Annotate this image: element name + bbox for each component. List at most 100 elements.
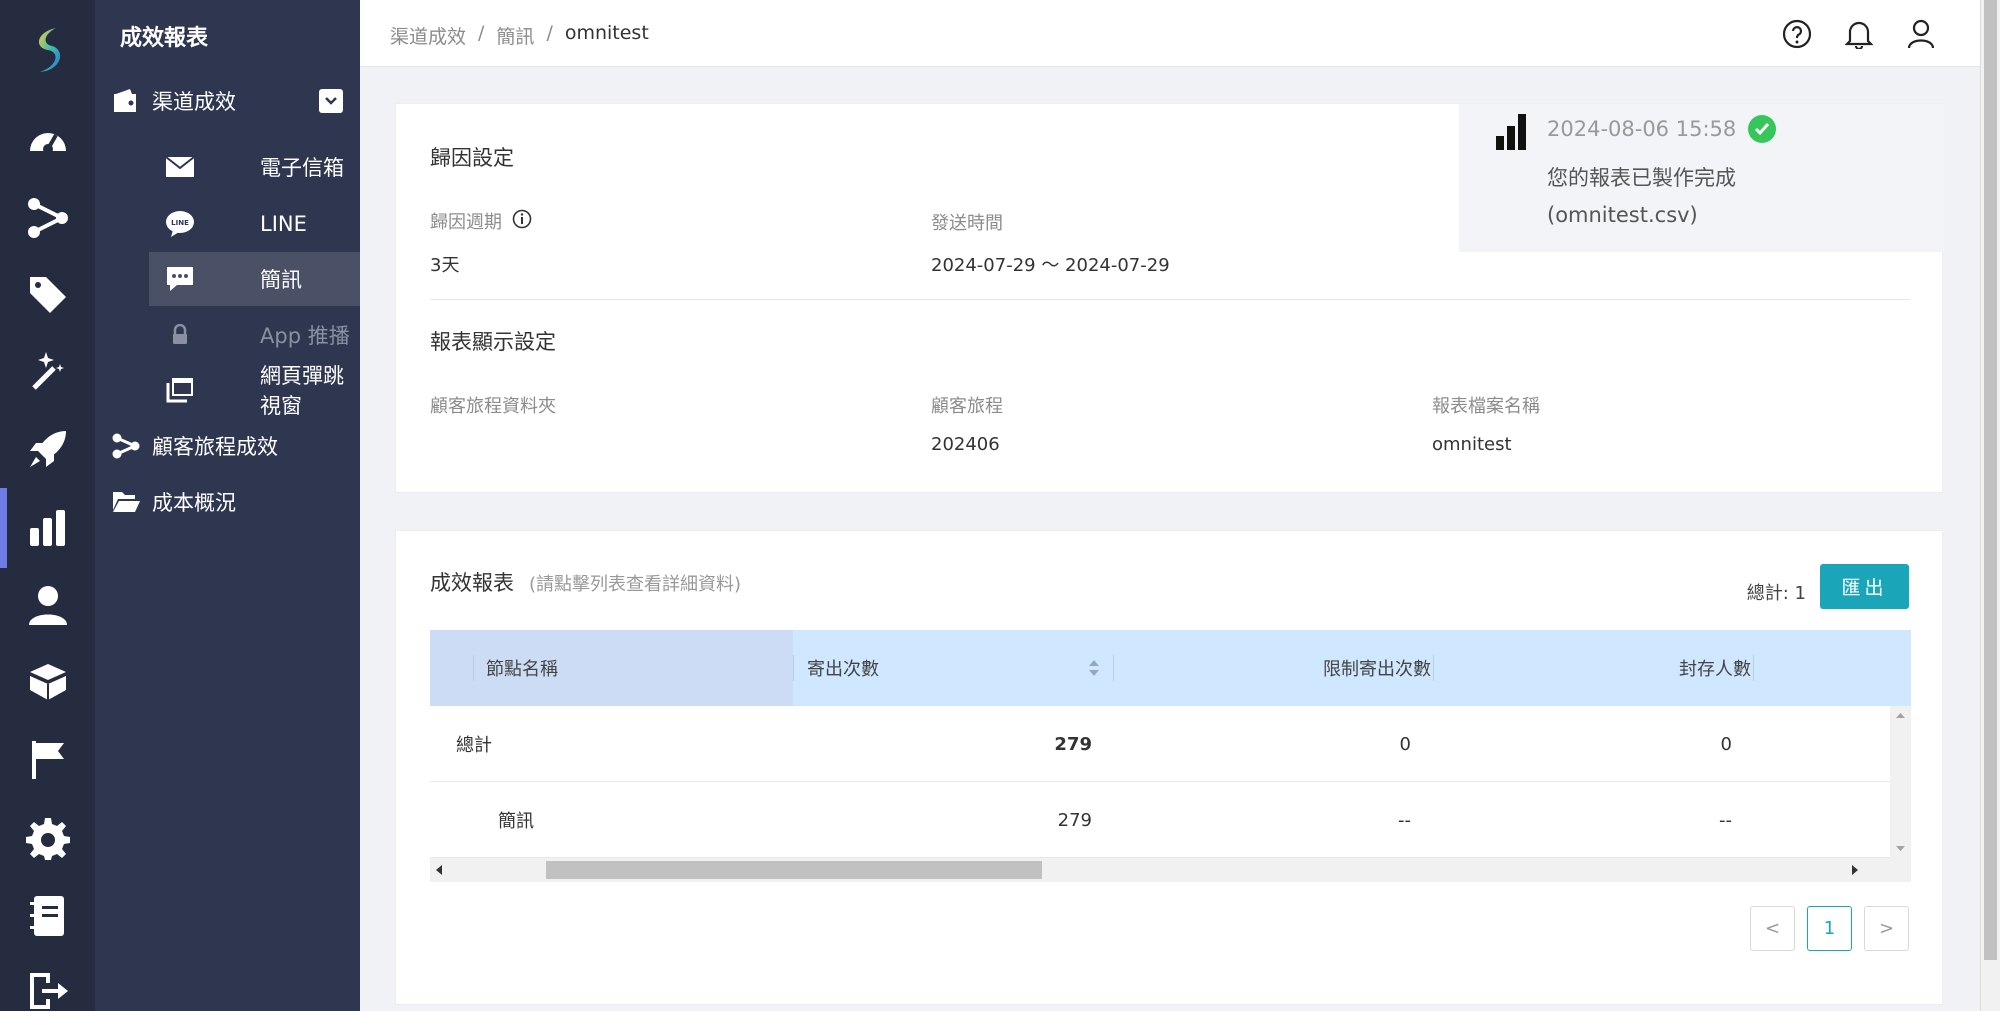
icon-rail (0, 0, 95, 1011)
header-separator (793, 655, 794, 681)
journey-label: 顧客旅程 (931, 396, 1003, 417)
collapse-toggle-icon[interactable] (319, 89, 343, 113)
subnav-group-channel[interactable]: 渠道成效 (110, 76, 355, 126)
report-ready-notice: 2024-08-06 15:58 您的報表已製作完成 (omnitest.csv… (1459, 104, 1944, 252)
subnav-group-journey[interactable]: 顧客旅程成效 (110, 421, 355, 471)
row-archived: 0 (1720, 733, 1732, 755)
column-header-node-name[interactable]: 節點名稱 (486, 630, 558, 706)
table-row[interactable]: 簡訊 279 -- -- (430, 782, 1890, 858)
notice-datetime: 2024-08-06 15:58 (1547, 117, 1737, 141)
subnav-item-label: 網頁彈跳視窗 (260, 364, 344, 418)
breadcrumb-item[interactable]: 渠道成效 (390, 22, 466, 49)
section-divider (430, 299, 1910, 300)
table-horizontal-scrollbar[interactable] (430, 858, 1911, 882)
breadcrumb-separator: / (546, 22, 553, 44)
report-title: 成效報表 (430, 571, 514, 595)
tag-icon[interactable] (23, 270, 73, 320)
notebook-icon[interactable] (23, 891, 73, 941)
breadcrumb-item[interactable]: 簡訊 (496, 22, 534, 49)
chat-icon (164, 263, 196, 295)
table-header: 節點名稱 寄出次數 限制寄出次數 封存人數 (430, 630, 1911, 706)
envelope-icon (164, 151, 196, 183)
subnav-item-web-popup[interactable]: 網頁彈跳視窗 (149, 363, 360, 418)
notice-filename[interactable]: (omnitest.csv) (1547, 197, 1736, 234)
bell-icon[interactable] (1840, 15, 1878, 53)
filename-value: omnitest (1432, 434, 1512, 455)
period-value: 3天 (430, 255, 460, 276)
subnav-item-label: LINE (260, 212, 307, 236)
row-limited: -- (1398, 809, 1411, 831)
subnav-group-label: 成本概況 (152, 491, 236, 515)
next-page-button[interactable]: > (1864, 906, 1909, 951)
breadcrumb-separator: / (478, 22, 485, 44)
scroll-left-arrow-icon[interactable] (434, 864, 444, 876)
logout-icon[interactable] (23, 966, 73, 1011)
page-scrollbar[interactable] (1980, 0, 2000, 1011)
row-limited: 0 (1399, 733, 1411, 755)
scroll-right-arrow-icon[interactable] (1850, 864, 1860, 876)
profile-icon[interactable] (1902, 15, 1940, 53)
subnav-group-label: 渠道成效 (152, 90, 236, 114)
subnav-item-label: 電子信箱 (260, 156, 344, 180)
notice-message: 您的報表已製作完成 (omnitest.csv) (1547, 160, 1736, 234)
header-separator (473, 655, 474, 681)
table-scrollbar-thumb[interactable] (546, 861, 1042, 879)
sort-icon[interactable] (1088, 658, 1100, 678)
journey-icon[interactable] (23, 193, 73, 243)
subnav-group-label: 顧客旅程成效 (152, 435, 278, 459)
row-archived: -- (1719, 809, 1732, 831)
user-icon[interactable] (23, 580, 73, 630)
report-total: 總計: 1 (1746, 583, 1806, 604)
subnav-item-sms[interactable]: 簡訊 (149, 252, 360, 306)
subnav-group-cost[interactable]: 成本概況 (110, 477, 355, 527)
row-sent: 279 (1057, 809, 1092, 831)
magic-wand-icon[interactable] (23, 347, 73, 397)
display-title: 報表顯示設定 (430, 330, 556, 354)
logo-icon[interactable] (30, 26, 68, 74)
subnav-item-line[interactable]: LINE LINE (149, 197, 360, 251)
signal-bars-icon (1496, 114, 1526, 150)
help-icon[interactable] (1778, 15, 1816, 53)
attribution-title: 歸因設定 (430, 146, 514, 170)
subnav-item-label: 簡訊 (260, 268, 302, 292)
boxes-icon[interactable] (23, 657, 73, 707)
table-row[interactable]: 總計 279 0 0 (430, 706, 1890, 782)
send-time-value: 2024-07-29 ～ 2024-07-29 (931, 255, 1170, 276)
report-subnav: 成效報表 渠道成效 電子信箱 LINE LINE 簡訊 App 推播 網頁彈跳視… (95, 0, 360, 1011)
subnav-title: 成效報表 (120, 26, 209, 51)
windows-icon (164, 374, 196, 406)
period-label: 歸因週期 (430, 208, 532, 234)
period-label-text: 歸因週期 (430, 212, 502, 233)
column-header-limited[interactable]: 限制寄出次數 (1113, 630, 1431, 706)
info-icon[interactable] (512, 209, 532, 234)
table-vertical-scrollbar[interactable] (1890, 706, 1911, 858)
flag-icon[interactable] (23, 734, 73, 784)
journey-value: 202406 (931, 434, 1000, 455)
filename-label: 報表檔案名稱 (1432, 396, 1540, 417)
page-number-button[interactable]: 1 (1807, 906, 1852, 951)
column-header-archived[interactable]: 封存人數 (1433, 630, 1751, 706)
top-bar: 渠道成效 / 簡訊 / omnitest (360, 0, 1980, 67)
send-time-label: 發送時間 (931, 213, 1003, 234)
gear-icon[interactable] (23, 813, 73, 863)
dashboard-icon[interactable] (23, 114, 73, 164)
pagination: < 1 > (1750, 906, 1909, 951)
rail-active-indicator (0, 488, 7, 568)
prev-page-button[interactable]: < (1750, 906, 1795, 951)
folder-open-icon (110, 486, 142, 518)
page-scrollbar-thumb[interactable] (1984, 0, 1997, 960)
row-node-name: 簡訊 (498, 811, 534, 832)
bar-chart-icon[interactable] (23, 503, 73, 553)
subnav-item-email[interactable]: 電子信箱 (149, 140, 360, 194)
rocket-icon[interactable] (23, 424, 73, 474)
performance-table: 節點名稱 寄出次數 限制寄出次數 封存人數 總計 279 0 0 簡訊 279 … (430, 630, 1911, 882)
wallet-icon (110, 85, 142, 117)
header-fixed-column-bg (430, 630, 793, 706)
column-header-sent[interactable]: 寄出次數 (807, 630, 879, 706)
lock-icon (164, 319, 196, 351)
folder-label: 顧客旅程資料夾 (430, 396, 556, 417)
settings-card: 歸因設定 歸因週期 3天 發送時間 2024-07-29 ～ 2024-07-2… (395, 103, 1944, 493)
check-circle-icon (1748, 115, 1776, 143)
export-button[interactable]: 匯出 (1820, 564, 1909, 609)
svg-text:LINE: LINE (171, 219, 189, 227)
